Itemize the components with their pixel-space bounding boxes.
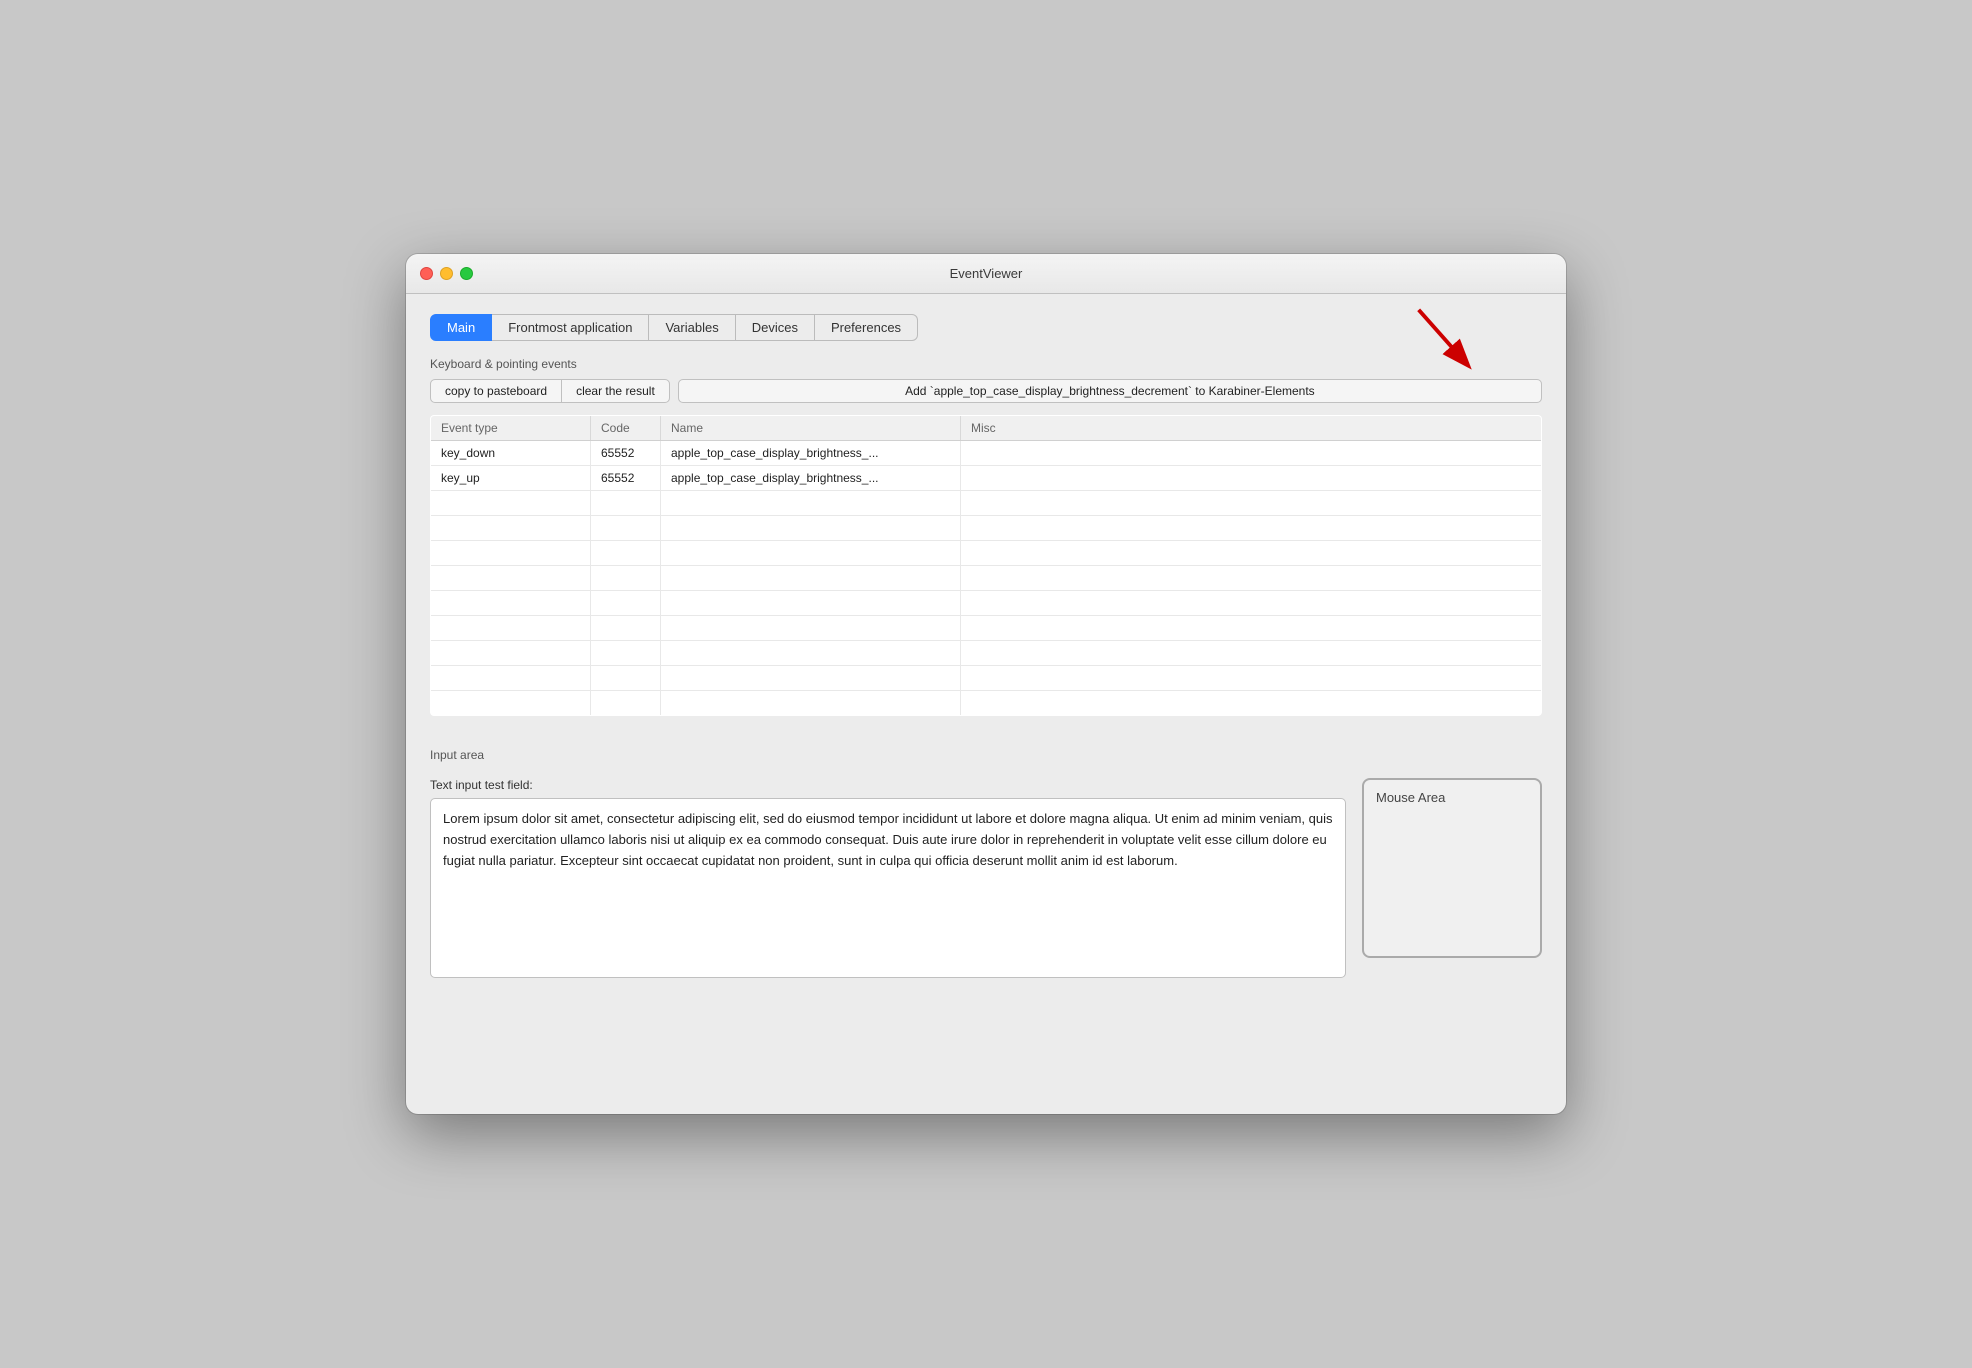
mouse-area-box[interactable]: Mouse Area bbox=[1362, 778, 1542, 958]
empty-cell bbox=[431, 666, 591, 691]
cell-code: 65552 bbox=[591, 466, 661, 491]
empty-cell bbox=[431, 691, 591, 716]
cell-name: apple_top_case_display_brightness_... bbox=[661, 441, 961, 466]
input-area-label: Input area bbox=[430, 748, 1542, 762]
empty-cell bbox=[431, 591, 591, 616]
empty-cell bbox=[961, 666, 1542, 691]
minimize-button[interactable] bbox=[440, 267, 453, 280]
tab-frontmost[interactable]: Frontmost application bbox=[492, 314, 649, 341]
empty-cell bbox=[961, 641, 1542, 666]
empty-cell bbox=[591, 591, 661, 616]
table-empty-row bbox=[431, 566, 1542, 591]
tab-devices[interactable]: Devices bbox=[736, 314, 815, 341]
empty-cell bbox=[431, 566, 591, 591]
mouse-area-label: Mouse Area bbox=[1376, 790, 1445, 805]
content-area: Main Frontmost application Variables Dev… bbox=[406, 294, 1566, 1114]
empty-cell bbox=[431, 491, 591, 516]
copy-pasteboard-button[interactable]: copy to pasteboard bbox=[430, 379, 562, 403]
table-empty-row bbox=[431, 516, 1542, 541]
empty-cell bbox=[591, 566, 661, 591]
traffic-lights bbox=[420, 267, 473, 280]
empty-cell bbox=[591, 491, 661, 516]
cell-misc bbox=[961, 466, 1542, 491]
empty-cell bbox=[961, 566, 1542, 591]
empty-cell bbox=[431, 541, 591, 566]
empty-cell bbox=[961, 616, 1542, 641]
add-to-karabiner-button[interactable]: Add `apple_top_case_display_brightness_d… bbox=[678, 379, 1542, 403]
empty-cell bbox=[661, 666, 961, 691]
empty-cell bbox=[431, 516, 591, 541]
empty-cell bbox=[591, 516, 661, 541]
input-area: Input area Text input test field: Mouse … bbox=[430, 748, 1542, 983]
table-empty-row bbox=[431, 641, 1542, 666]
tab-preferences[interactable]: Preferences bbox=[815, 314, 918, 341]
tab-bar: Main Frontmost application Variables Dev… bbox=[430, 314, 1542, 341]
keyboard-section: Keyboard & pointing events copy to paste… bbox=[430, 357, 1542, 740]
empty-cell bbox=[591, 641, 661, 666]
cell-name: apple_top_case_display_brightness_... bbox=[661, 466, 961, 491]
empty-cell bbox=[961, 491, 1542, 516]
empty-cell bbox=[591, 616, 661, 641]
empty-cell bbox=[961, 516, 1542, 541]
tab-variables[interactable]: Variables bbox=[649, 314, 735, 341]
maximize-button[interactable] bbox=[460, 267, 473, 280]
window-title: EventViewer bbox=[950, 266, 1023, 281]
close-button[interactable] bbox=[420, 267, 433, 280]
keyboard-section-label: Keyboard & pointing events bbox=[430, 357, 1542, 371]
text-input-label: Text input test field: bbox=[430, 778, 1346, 792]
col-header-code: Code bbox=[591, 416, 661, 441]
cell-code: 65552 bbox=[591, 441, 661, 466]
empty-cell bbox=[591, 666, 661, 691]
titlebar: EventViewer bbox=[406, 254, 1566, 294]
empty-cell bbox=[661, 641, 961, 666]
col-header-name: Name bbox=[661, 416, 961, 441]
col-header-event-type: Event type bbox=[431, 416, 591, 441]
action-buttons-row: copy to pasteboard clear the result Add … bbox=[430, 379, 1542, 403]
empty-cell bbox=[661, 691, 961, 716]
col-header-misc: Misc bbox=[961, 416, 1542, 441]
empty-cell bbox=[661, 591, 961, 616]
table-empty-row bbox=[431, 691, 1542, 716]
table-header-row: Event type Code Name Misc bbox=[431, 416, 1542, 441]
empty-cell bbox=[961, 591, 1542, 616]
tab-main[interactable]: Main bbox=[430, 314, 492, 341]
empty-cell bbox=[431, 616, 591, 641]
text-input-section: Text input test field: bbox=[430, 778, 1346, 983]
event-table: Event type Code Name Misc key_down 65552… bbox=[430, 415, 1542, 716]
table-empty-row bbox=[431, 591, 1542, 616]
empty-cell bbox=[661, 616, 961, 641]
cell-event-type: key_up bbox=[431, 466, 591, 491]
table-row: key_down 65552 apple_top_case_display_br… bbox=[431, 441, 1542, 466]
cell-event-type: key_down bbox=[431, 441, 591, 466]
empty-cell bbox=[961, 691, 1542, 716]
clear-result-button[interactable]: clear the result bbox=[562, 379, 670, 403]
table-row: key_up 65552 apple_top_case_display_brig… bbox=[431, 466, 1542, 491]
table-empty-row bbox=[431, 616, 1542, 641]
empty-cell bbox=[661, 491, 961, 516]
empty-cell bbox=[431, 641, 591, 666]
main-window: EventViewer Main Frontmost application V… bbox=[406, 254, 1566, 1114]
empty-cell bbox=[661, 516, 961, 541]
table-empty-row bbox=[431, 666, 1542, 691]
cell-misc bbox=[961, 441, 1542, 466]
input-area-row: Text input test field: Mouse Area bbox=[430, 778, 1542, 983]
empty-cell bbox=[591, 691, 661, 716]
empty-cell bbox=[961, 541, 1542, 566]
table-empty-row bbox=[431, 491, 1542, 516]
empty-cell bbox=[591, 541, 661, 566]
text-input-field[interactable] bbox=[430, 798, 1346, 978]
table-empty-row bbox=[431, 541, 1542, 566]
empty-cell bbox=[661, 541, 961, 566]
empty-cell bbox=[661, 566, 961, 591]
